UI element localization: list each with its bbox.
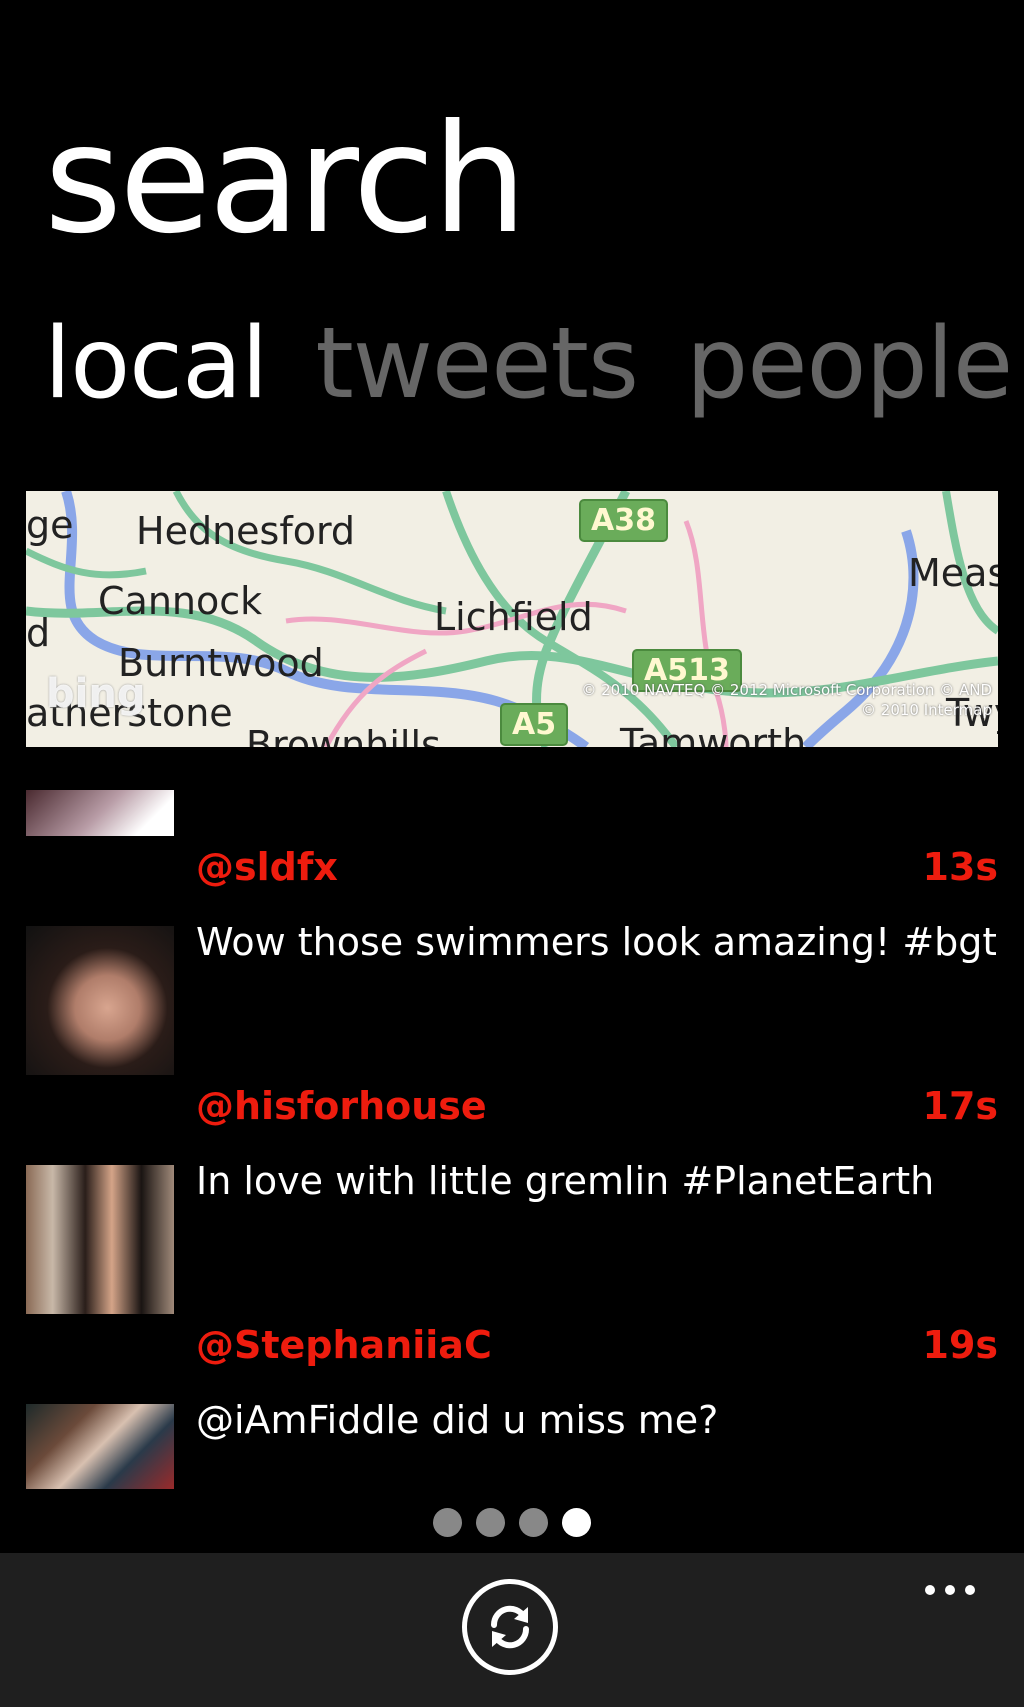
map-label: d [26, 611, 51, 655]
page-title: search [44, 93, 527, 267]
map-label: Meas [908, 551, 998, 595]
avatar[interactable] [26, 926, 174, 1075]
more-dots-icon [945, 1585, 955, 1595]
map-label-brownhills: Brownhills [246, 723, 441, 747]
page-dot [433, 1508, 462, 1537]
avatar[interactable] [26, 1165, 174, 1314]
map-label-hednesford: Hednesford [136, 509, 356, 553]
pivot-item-tweets[interactable]: tweets [315, 315, 639, 413]
tweet-username[interactable]: @StephaniiaC [196, 1323, 492, 1367]
tweet-text: Wow those swimmers look amazing! #bgt [196, 920, 996, 964]
pivot-item-people[interactable]: people [686, 315, 1013, 413]
map-label-burntwood: Burntwood [118, 641, 324, 685]
tweet-text: In love with little gremlin #PlanetEarth [196, 1159, 935, 1203]
map-label: ge [26, 503, 74, 547]
pivot-item-local[interactable]: local [44, 315, 268, 413]
bing-logo: bing [46, 671, 146, 717]
map-label-cannock: Cannock [98, 579, 263, 623]
map-label-tamworth: Tamworth [620, 721, 807, 747]
refresh-icon [490, 1605, 530, 1649]
more-dots-icon [925, 1585, 935, 1595]
map-copyright-line: © 2010 Intermap [861, 701, 992, 719]
tweet-username[interactable]: @sldfx [196, 845, 338, 889]
app-bar [0, 1553, 1024, 1707]
avatar[interactable] [26, 1404, 174, 1489]
map-view[interactable]: ge Hednesford Cannock Lichfield d Burntw… [26, 491, 998, 747]
page-dot-current [562, 1508, 591, 1537]
map-copyright-line: © 2010 NAVTEQ © 2012 Microsoft Corporati… [581, 681, 992, 699]
more-dots-icon [965, 1585, 975, 1595]
refresh-button[interactable] [462, 1579, 558, 1675]
road-shield-a38: A38 [579, 499, 668, 542]
more-options-button[interactable] [910, 1575, 990, 1605]
tweet-username[interactable]: @hisforhouse [196, 1084, 487, 1128]
tweet-timestamp: 19s [922, 1323, 999, 1367]
page-indicator [0, 1508, 1024, 1537]
tweet-timestamp: 13s [922, 845, 999, 889]
avatar[interactable] [26, 790, 174, 836]
page-dot [476, 1508, 505, 1537]
map-copyright: © 2010 NAVTEQ © 2012 Microsoft Corporati… [472, 680, 992, 720]
tweet-text: @iAmFiddle did u miss me? [196, 1398, 719, 1442]
page-dot [519, 1508, 548, 1537]
map-label-lichfield: Lichfield [434, 595, 593, 639]
pivot-header: localtweetspeoples [44, 315, 1024, 425]
tweet-timestamp: 17s [922, 1084, 999, 1128]
